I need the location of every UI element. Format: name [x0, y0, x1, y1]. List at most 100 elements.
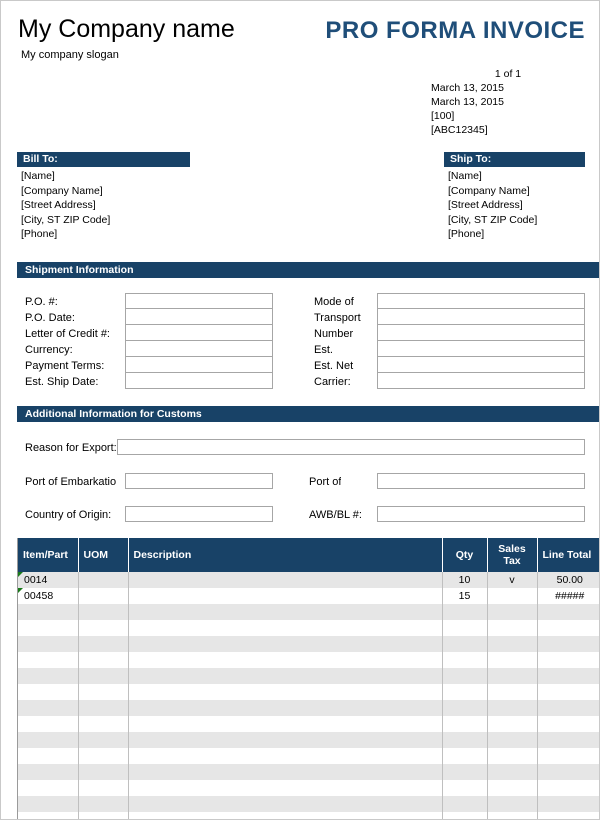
table-row[interactable] — [18, 684, 599, 700]
column-header-uom[interactable]: UOM — [78, 538, 129, 572]
input-reason-for-export[interactable] — [117, 439, 585, 455]
cell-description[interactable] — [128, 636, 443, 652]
input-po-date[interactable] — [125, 309, 273, 325]
cell-description[interactable] — [128, 748, 443, 764]
cell-qty[interactable] — [442, 604, 488, 620]
cell-description[interactable] — [128, 668, 443, 684]
table-row[interactable] — [18, 796, 599, 812]
table-row[interactable] — [18, 652, 599, 668]
input-number[interactable] — [377, 325, 585, 341]
input-currency[interactable] — [125, 341, 273, 357]
cell-item-part[interactable] — [18, 636, 79, 652]
cell-sales-tax[interactable] — [487, 780, 538, 796]
cell-item-part[interactable] — [18, 796, 79, 812]
cell-line-total[interactable] — [537, 636, 599, 652]
cell-line-total[interactable] — [537, 620, 599, 636]
cell-uom[interactable] — [78, 748, 129, 764]
cell-description[interactable] — [128, 652, 443, 668]
cell-uom[interactable] — [78, 796, 129, 812]
cell-description[interactable] — [128, 780, 443, 796]
input-country-of-origin[interactable] — [125, 506, 273, 522]
input-est-ship-date[interactable] — [125, 373, 273, 389]
cell-line-total[interactable] — [537, 668, 599, 684]
input-est-net[interactable] — [377, 357, 585, 373]
cell-description[interactable] — [128, 796, 443, 812]
cell-qty[interactable]: 15 — [442, 588, 488, 604]
cell-item-part[interactable] — [18, 620, 79, 636]
cell-sales-tax[interactable] — [487, 796, 538, 812]
cell-description[interactable] — [128, 684, 443, 700]
table-row[interactable] — [18, 620, 599, 636]
cell-line-total[interactable] — [537, 796, 599, 812]
cell-item-part[interactable] — [18, 604, 79, 620]
cell-item-part[interactable] — [18, 716, 79, 732]
cell-sales-tax[interactable] — [487, 716, 538, 732]
table-row[interactable] — [18, 780, 599, 796]
cell-item-part[interactable] — [18, 748, 79, 764]
cell-sales-tax[interactable] — [487, 668, 538, 684]
cell-uom[interactable] — [78, 780, 129, 796]
input-mode-of-transport[interactable] — [377, 293, 585, 309]
cell-description[interactable] — [128, 732, 443, 748]
column-header-item-part[interactable]: Item/Part — [18, 538, 79, 572]
cell-qty[interactable] — [442, 620, 488, 636]
cell-uom[interactable] — [78, 620, 129, 636]
cell-qty[interactable] — [442, 668, 488, 684]
cell-qty[interactable] — [442, 748, 488, 764]
cell-line-total[interactable] — [537, 652, 599, 668]
input-port-of-embarkation[interactable] — [125, 473, 273, 489]
cell-line-total[interactable] — [537, 604, 599, 620]
cell-description[interactable] — [128, 588, 443, 604]
cell-item-part[interactable] — [18, 732, 79, 748]
table-row[interactable]: 00458 15 ##### — [18, 588, 599, 604]
cell-line-total[interactable] — [537, 732, 599, 748]
cell-uom[interactable] — [78, 764, 129, 780]
table-row[interactable] — [18, 636, 599, 652]
cell-line-total[interactable] — [537, 748, 599, 764]
cell-qty[interactable] — [442, 684, 488, 700]
cell-sales-tax[interactable]: v — [487, 572, 538, 588]
cell-qty[interactable] — [442, 700, 488, 716]
cell-sales-tax[interactable] — [487, 604, 538, 620]
column-header-line-total[interactable]: Line Total — [537, 538, 599, 572]
cell-description[interactable] — [128, 764, 443, 780]
cell-description[interactable] — [128, 572, 443, 588]
cell-uom[interactable] — [78, 732, 129, 748]
input-est[interactable] — [377, 341, 585, 357]
cell-uom[interactable] — [78, 572, 129, 588]
cell-description[interactable] — [128, 812, 443, 819]
cell-sales-tax[interactable] — [487, 636, 538, 652]
cell-qty[interactable] — [442, 652, 488, 668]
table-row[interactable] — [18, 732, 599, 748]
table-row[interactable] — [18, 764, 599, 780]
table-row[interactable] — [18, 748, 599, 764]
cell-qty[interactable] — [442, 796, 488, 812]
cell-qty[interactable] — [442, 716, 488, 732]
cell-line-total[interactable] — [537, 780, 599, 796]
input-carrier[interactable] — [377, 373, 585, 389]
cell-qty[interactable]: 10 — [442, 572, 488, 588]
cell-item-part[interactable] — [18, 668, 79, 684]
cell-sales-tax[interactable] — [487, 812, 538, 819]
cell-uom[interactable] — [78, 604, 129, 620]
cell-sales-tax[interactable] — [487, 748, 538, 764]
cell-qty[interactable] — [442, 780, 488, 796]
table-row[interactable] — [18, 716, 599, 732]
cell-line-total[interactable] — [537, 700, 599, 716]
table-row[interactable] — [18, 604, 599, 620]
table-row[interactable] — [18, 812, 599, 819]
cell-sales-tax[interactable] — [487, 700, 538, 716]
cell-uom[interactable] — [78, 636, 129, 652]
table-row[interactable]: 0014 10 v 50.00 — [18, 572, 599, 588]
table-row[interactable] — [18, 700, 599, 716]
cell-description[interactable] — [128, 620, 443, 636]
cell-line-total[interactable] — [537, 764, 599, 780]
cell-sales-tax[interactable] — [487, 684, 538, 700]
cell-description[interactable] — [128, 716, 443, 732]
cell-uom[interactable] — [78, 700, 129, 716]
cell-line-total[interactable] — [537, 684, 599, 700]
input-awb-bl-number[interactable] — [377, 506, 585, 522]
cell-description[interactable] — [128, 700, 443, 716]
cell-line-total[interactable] — [537, 716, 599, 732]
input-transport[interactable] — [377, 309, 585, 325]
